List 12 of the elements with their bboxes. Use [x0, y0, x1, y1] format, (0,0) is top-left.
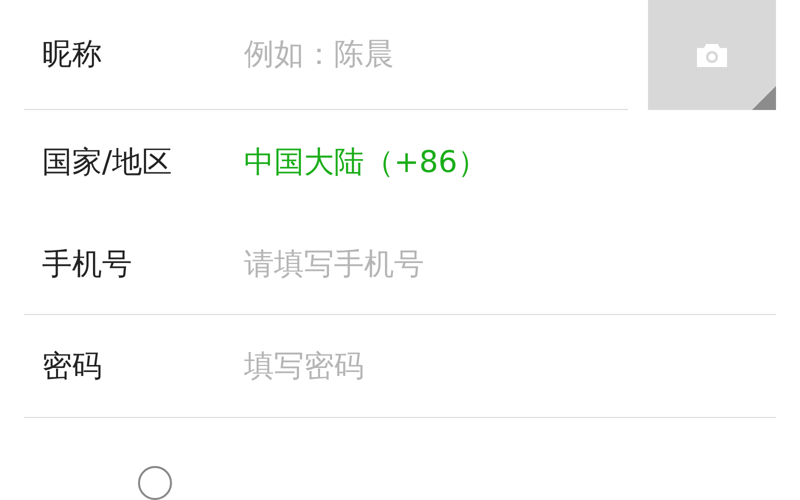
camera-icon — [695, 42, 729, 68]
country-selector[interactable]: 中国大陆（+86） — [244, 140, 488, 186]
field-label: 昵称 — [42, 36, 103, 74]
agreement-checkbox[interactable] — [138, 466, 172, 500]
field-label: 手机号 — [42, 246, 133, 284]
field-label: 密码 — [42, 348, 103, 386]
input-field[interactable]: 例如：陈晨 — [244, 32, 628, 77]
avatar-upload[interactable] — [648, 0, 776, 110]
input-field[interactable]: 请填写手机号 — [244, 242, 776, 288]
field-label: 国家/地区 — [42, 144, 174, 182]
corner-triangle-icon — [752, 86, 776, 110]
input-field[interactable]: 填写密码 — [244, 344, 776, 389]
